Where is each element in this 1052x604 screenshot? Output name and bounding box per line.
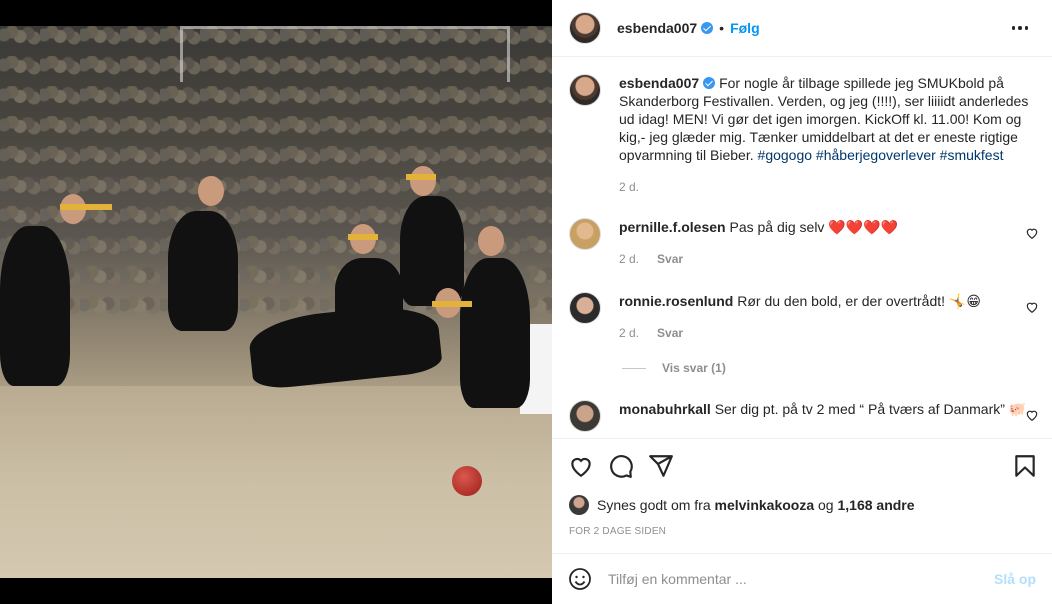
reply-button[interactable]: Svar (657, 250, 683, 268)
comment-item: ronnie.rosenlund Rør du den bold, er der… (569, 292, 1039, 342)
bookmark-icon[interactable] (1012, 453, 1038, 479)
emoji-icon[interactable] (568, 567, 592, 591)
post-media[interactable] (0, 0, 552, 604)
comment-username[interactable]: monabuhrkall (619, 401, 711, 417)
headband (432, 301, 472, 307)
headband (406, 174, 436, 180)
comment-body: monabuhrkall Ser dig pt. på tv 2 med “ P… (619, 400, 1029, 432)
view-replies-button[interactable]: Vis svar (1) (622, 361, 726, 375)
comment-body: ronnie.rosenlund Rør du den bold, er der… (619, 292, 1029, 342)
comment-username[interactable]: pernille.f.olesen (619, 219, 726, 235)
liker-avatar (569, 495, 589, 515)
player-head (198, 176, 224, 206)
caption-hashtags[interactable]: #gogogo #håberjegoverlever #smukfest (758, 147, 1004, 163)
player-head (478, 226, 504, 256)
view-replies-label: Vis svar (1) (662, 361, 726, 375)
fence (180, 26, 510, 82)
follow-button[interactable]: Følg (730, 20, 760, 36)
heart-icon[interactable] (1025, 226, 1039, 240)
comment-body: pernille.f.olesen Pas på dig selv ❤️❤️❤️… (619, 218, 1029, 268)
handball (452, 466, 482, 496)
likes-user[interactable]: melvinkakooza (715, 497, 815, 513)
caption-username[interactable]: esbenda007 (619, 75, 699, 91)
likes-prefix: Synes godt om fra (597, 497, 711, 513)
reply-button[interactable]: Svar (657, 324, 683, 342)
comment-item: pernille.f.olesen Pas på dig selv ❤️❤️❤️… (569, 218, 1039, 268)
post-sidebar: esbenda007 • Følg esbenda007 For nogle å… (552, 0, 1052, 604)
player (168, 211, 238, 331)
comments-list[interactable]: esbenda007 For nogle år tilbage spillede… (552, 58, 1052, 438)
likes-middle: og (818, 497, 834, 513)
comment-age[interactable]: 2 d. (619, 324, 639, 342)
add-comment-bar: Slå op (552, 553, 1052, 604)
caption-body: esbenda007 For nogle år tilbage spillede… (619, 74, 1029, 196)
player-head (410, 166, 436, 196)
separator-dot: • (719, 20, 725, 36)
headband (348, 234, 378, 240)
heart-icon[interactable] (1025, 408, 1039, 422)
caption: esbenda007 For nogle år tilbage spillede… (569, 74, 1039, 196)
comment-text: Pas på dig selv (729, 219, 825, 235)
avatar[interactable] (569, 218, 601, 250)
player (0, 226, 70, 386)
comment-emoji: 🤸😁 (948, 293, 981, 309)
comment-text: Rør du den bold, er der overtrådt! (737, 293, 946, 309)
comment-text: Ser dig pt. på tv 2 med “ På tværs af Da… (714, 401, 1005, 417)
post-comment-button[interactable]: Slå op (994, 571, 1036, 587)
more-icon[interactable] (1008, 16, 1032, 40)
comment-username[interactable]: ronnie.rosenlund (619, 293, 733, 309)
heart-icon[interactable] (1025, 300, 1039, 314)
avatar[interactable] (569, 292, 601, 324)
likes-summary[interactable]: Synes godt om fra melvinkakooza og 1,168… (569, 495, 915, 515)
likes-count[interactable]: 1,168 andre (837, 497, 914, 513)
share-icon[interactable] (648, 453, 674, 479)
comment-emoji: 🐖 (1008, 401, 1027, 417)
comment-emoji: ❤️❤️❤️❤️ (828, 219, 899, 235)
avatar[interactable] (569, 12, 601, 44)
verified-icon (703, 77, 716, 89)
post-date[interactable]: FOR 2 DAGE SIDEN (569, 526, 666, 537)
caption-age[interactable]: 2 d. (619, 178, 639, 196)
player (460, 258, 530, 408)
action-bar (552, 438, 1052, 494)
comment-item: monabuhrkall Ser dig pt. på tv 2 med “ P… (569, 400, 1039, 432)
comment-input[interactable] (608, 571, 994, 587)
verified-icon (701, 22, 714, 34)
comment-age[interactable]: 2 d. (619, 250, 639, 268)
heart-icon[interactable] (568, 453, 594, 479)
view-replies-line (622, 367, 646, 369)
header-username[interactable]: esbenda007 (617, 20, 697, 36)
headband (60, 204, 112, 210)
post-photo[interactable] (0, 26, 552, 578)
avatar[interactable] (569, 74, 601, 106)
avatar[interactable] (569, 400, 601, 432)
comment-icon[interactable] (608, 453, 634, 479)
post-header: esbenda007 • Følg (552, 0, 1052, 57)
